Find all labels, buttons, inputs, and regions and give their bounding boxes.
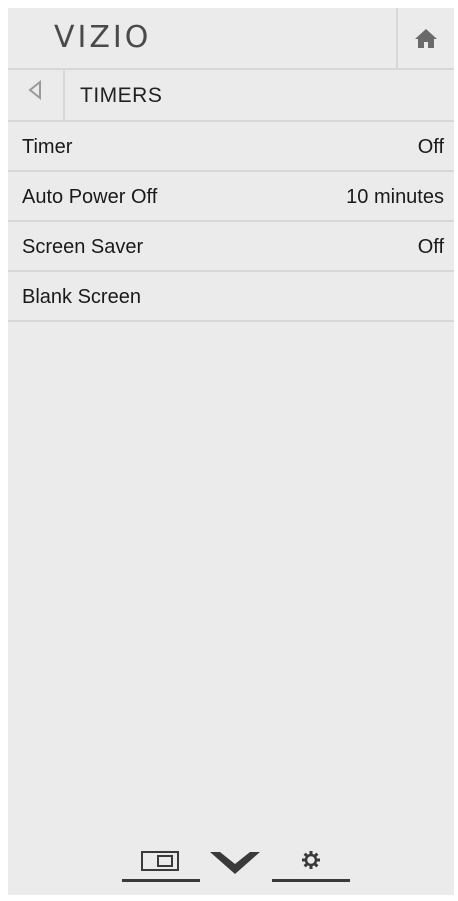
title-row: TIMERS [8,70,454,122]
picture-in-picture-icon [141,851,179,871]
settings-underline [272,879,350,882]
back-button[interactable] [8,70,65,120]
page-title: TIMERS [80,84,163,107]
input-button[interactable] [122,844,200,882]
input-underline [122,879,200,882]
menu-item-label: Blank Screen [22,286,141,308]
menu-item-value: 10 minutes [346,186,444,208]
menu-item-auto-power-off[interactable]: Auto Power Off 10 minutes [8,172,454,222]
settings-gear-icon [302,851,320,869]
menu-item-timer[interactable]: Timer Off [8,122,454,172]
header: VIZIO [8,8,454,70]
home-button[interactable] [396,8,454,68]
menu-list: Timer Off Auto Power Off 10 minutes Scre… [8,122,454,322]
settings-button[interactable] [272,844,350,882]
bottom-bar [122,844,352,884]
menu-item-label: Screen Saver [22,236,144,258]
home-icon [415,29,437,48]
settings-panel: VIZIO TIMERS Timer Off Auto Power Off 10… [8,8,454,895]
menu-item-screen-saver[interactable]: Screen Saver Off [8,222,454,272]
menu-item-label: Timer [22,136,73,158]
back-arrow-icon [28,80,41,100]
menu-item-value: Off [417,236,444,258]
menu-item-blank-screen[interactable]: Blank Screen [8,272,454,322]
menu-item-value: Off [417,136,444,158]
vizio-logo: VIZIO [54,20,152,55]
vizio-button[interactable] [204,844,266,882]
vizio-v-icon [210,852,260,874]
menu-item-label: Auto Power Off [22,186,158,208]
